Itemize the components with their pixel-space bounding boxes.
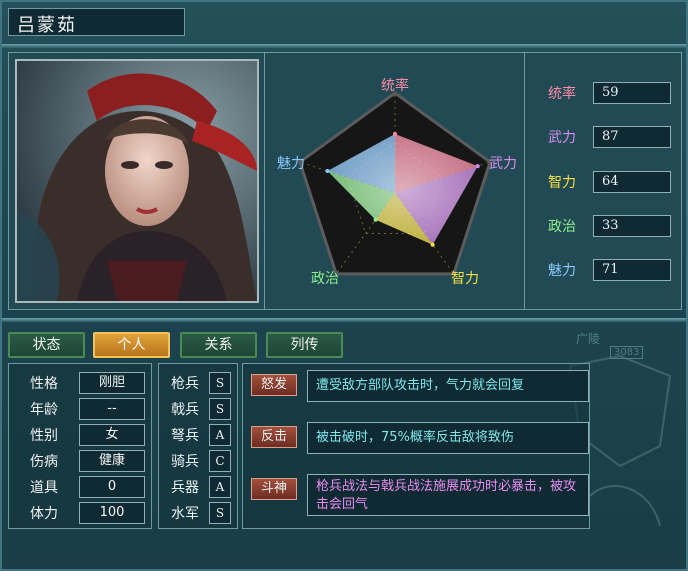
skills-panel: 怒发 遭受敌方部队攻击时，气力就会回复 反击 被击破时，75%概率反击敌将致伤 … [242, 363, 590, 529]
stat-value: 59 [593, 82, 671, 104]
radar-point-top [393, 132, 397, 136]
stat-value: 87 [593, 126, 671, 148]
tab-status[interactable]: 状态 [8, 332, 85, 358]
tab-personal[interactable]: 个人 [93, 332, 170, 358]
skill-name-button[interactable]: 怒发 [251, 374, 297, 396]
aptitude-label: 枪兵 [171, 376, 199, 392]
radar-label-bottom-left: 政治 [311, 271, 339, 287]
radar-label-bottom-right: 智力 [451, 271, 479, 287]
aptitude-label: 戟兵 [171, 402, 199, 418]
radar-point-left [325, 169, 330, 174]
aptitude-value: S [209, 502, 231, 524]
skill-row: 怒发 遭受敌方部队攻击时，气力就会回复 [251, 370, 589, 402]
radar-point-bottom_right [430, 242, 435, 247]
middle-divider [2, 318, 686, 322]
tab-relations[interactable]: 关系 [180, 332, 257, 358]
info-row-items: 道具 0 [15, 476, 145, 498]
info-row-gender: 性别 女 [15, 424, 145, 446]
aptitude-label: 弩兵 [171, 428, 199, 444]
radar-point-right [475, 164, 480, 169]
stat-label: 政治 [548, 219, 576, 235]
stat-row-politics: 政治 33 [541, 214, 671, 238]
skill-name-button[interactable]: 反击 [251, 426, 297, 448]
aptitude-value: S [209, 398, 231, 420]
stat-values: 统率 59 武力 87 智力 64 政治 33 魅力 71 [531, 53, 681, 309]
skill-description: 枪兵战法与戟兵战法施展成功时必暴击，被攻击会回气 [307, 474, 589, 516]
radar-label-right: 武力 [489, 156, 517, 172]
aptitude-value: A [209, 476, 231, 498]
skill-row: 斗神 枪兵战法与戟兵战法施展成功时必暴击，被攻击会回气 [251, 474, 589, 516]
background-map-mark: 3083 [610, 346, 644, 359]
info-label: 道具 [30, 480, 58, 496]
radar-label-top: 统率 [381, 78, 409, 94]
stat-value: 33 [593, 215, 671, 237]
skill-row: 反击 被击破时，75%概率反击敌将致伤 [251, 422, 589, 454]
info-value: 100 [79, 502, 145, 524]
info-value: -- [79, 398, 145, 420]
portrait [15, 59, 259, 303]
info-value: 健康 [79, 450, 145, 472]
stat-row-leadership: 统率 59 [541, 81, 671, 105]
aptitude-value: A [209, 424, 231, 446]
aptitude-label: 骑兵 [171, 454, 199, 470]
radar-point-bottom_left [373, 217, 378, 222]
aptitude-row-crossbow: 弩兵 A [167, 424, 231, 446]
stat-row-charisma: 魅力 71 [541, 258, 671, 282]
stat-label: 智力 [548, 175, 576, 191]
stat-label: 统率 [548, 86, 576, 102]
aptitude-value: C [209, 450, 231, 472]
info-row-age: 年龄 -- [15, 398, 145, 420]
info-value: 刚胆 [79, 372, 145, 394]
top-divider [2, 44, 686, 48]
aptitude-row-halberd: 戟兵 S [167, 398, 231, 420]
stat-label: 魅力 [548, 263, 576, 279]
stats-panel: 统率 武力 智力 政治 魅力 统率 59 武力 87 智力 64 政治 33 魅… [8, 52, 682, 310]
stat-row-intelligence: 智力 64 [541, 170, 671, 194]
aptitude-label: 兵器 [171, 480, 199, 496]
info-label: 年龄 [30, 402, 58, 418]
stat-value: 64 [593, 171, 671, 193]
personal-info-panel: 性格 刚胆 年龄 -- 性别 女 伤病 健康 道具 0 体力 100 [8, 363, 152, 529]
stat-row-war: 武力 87 [541, 125, 671, 149]
info-label: 性别 [30, 428, 58, 444]
aptitude-row-spear: 枪兵 S [167, 372, 231, 394]
stat-value: 71 [593, 259, 671, 281]
skill-description: 遭受敌方部队攻击时，气力就会回复 [307, 370, 589, 402]
info-row-stamina: 体力 100 [15, 502, 145, 524]
aptitude-row-cavalry: 骑兵 C [167, 450, 231, 472]
background-map-place: 广陵 [576, 332, 601, 346]
portrait-image [17, 61, 257, 301]
info-row-personality: 性格 刚胆 [15, 372, 145, 394]
skill-name-button[interactable]: 斗神 [251, 478, 297, 500]
info-value: 0 [79, 476, 145, 498]
aptitude-panel: 枪兵 S 戟兵 S 弩兵 A 骑兵 C 兵器 A 水军 S [158, 363, 238, 529]
info-value: 女 [79, 424, 145, 446]
aptitude-label: 水军 [171, 506, 199, 522]
aptitude-value: S [209, 372, 231, 394]
aptitude-row-siege: 兵器 A [167, 476, 231, 498]
aptitude-row-navy: 水军 S [167, 502, 231, 524]
info-label: 体力 [30, 506, 58, 522]
tab-biography[interactable]: 列传 [266, 332, 343, 358]
info-label: 伤病 [30, 454, 58, 470]
info-row-injury: 伤病 健康 [15, 450, 145, 472]
radar-label-left: 魅力 [277, 156, 305, 172]
stat-label: 武力 [548, 130, 576, 146]
general-name: 吕蒙茹 [8, 8, 185, 36]
info-label: 性格 [30, 376, 58, 392]
skill-description: 被击破时，75%概率反击敌将致伤 [307, 422, 589, 454]
attribute-radar: 统率 武力 智力 政治 魅力 [264, 53, 525, 309]
